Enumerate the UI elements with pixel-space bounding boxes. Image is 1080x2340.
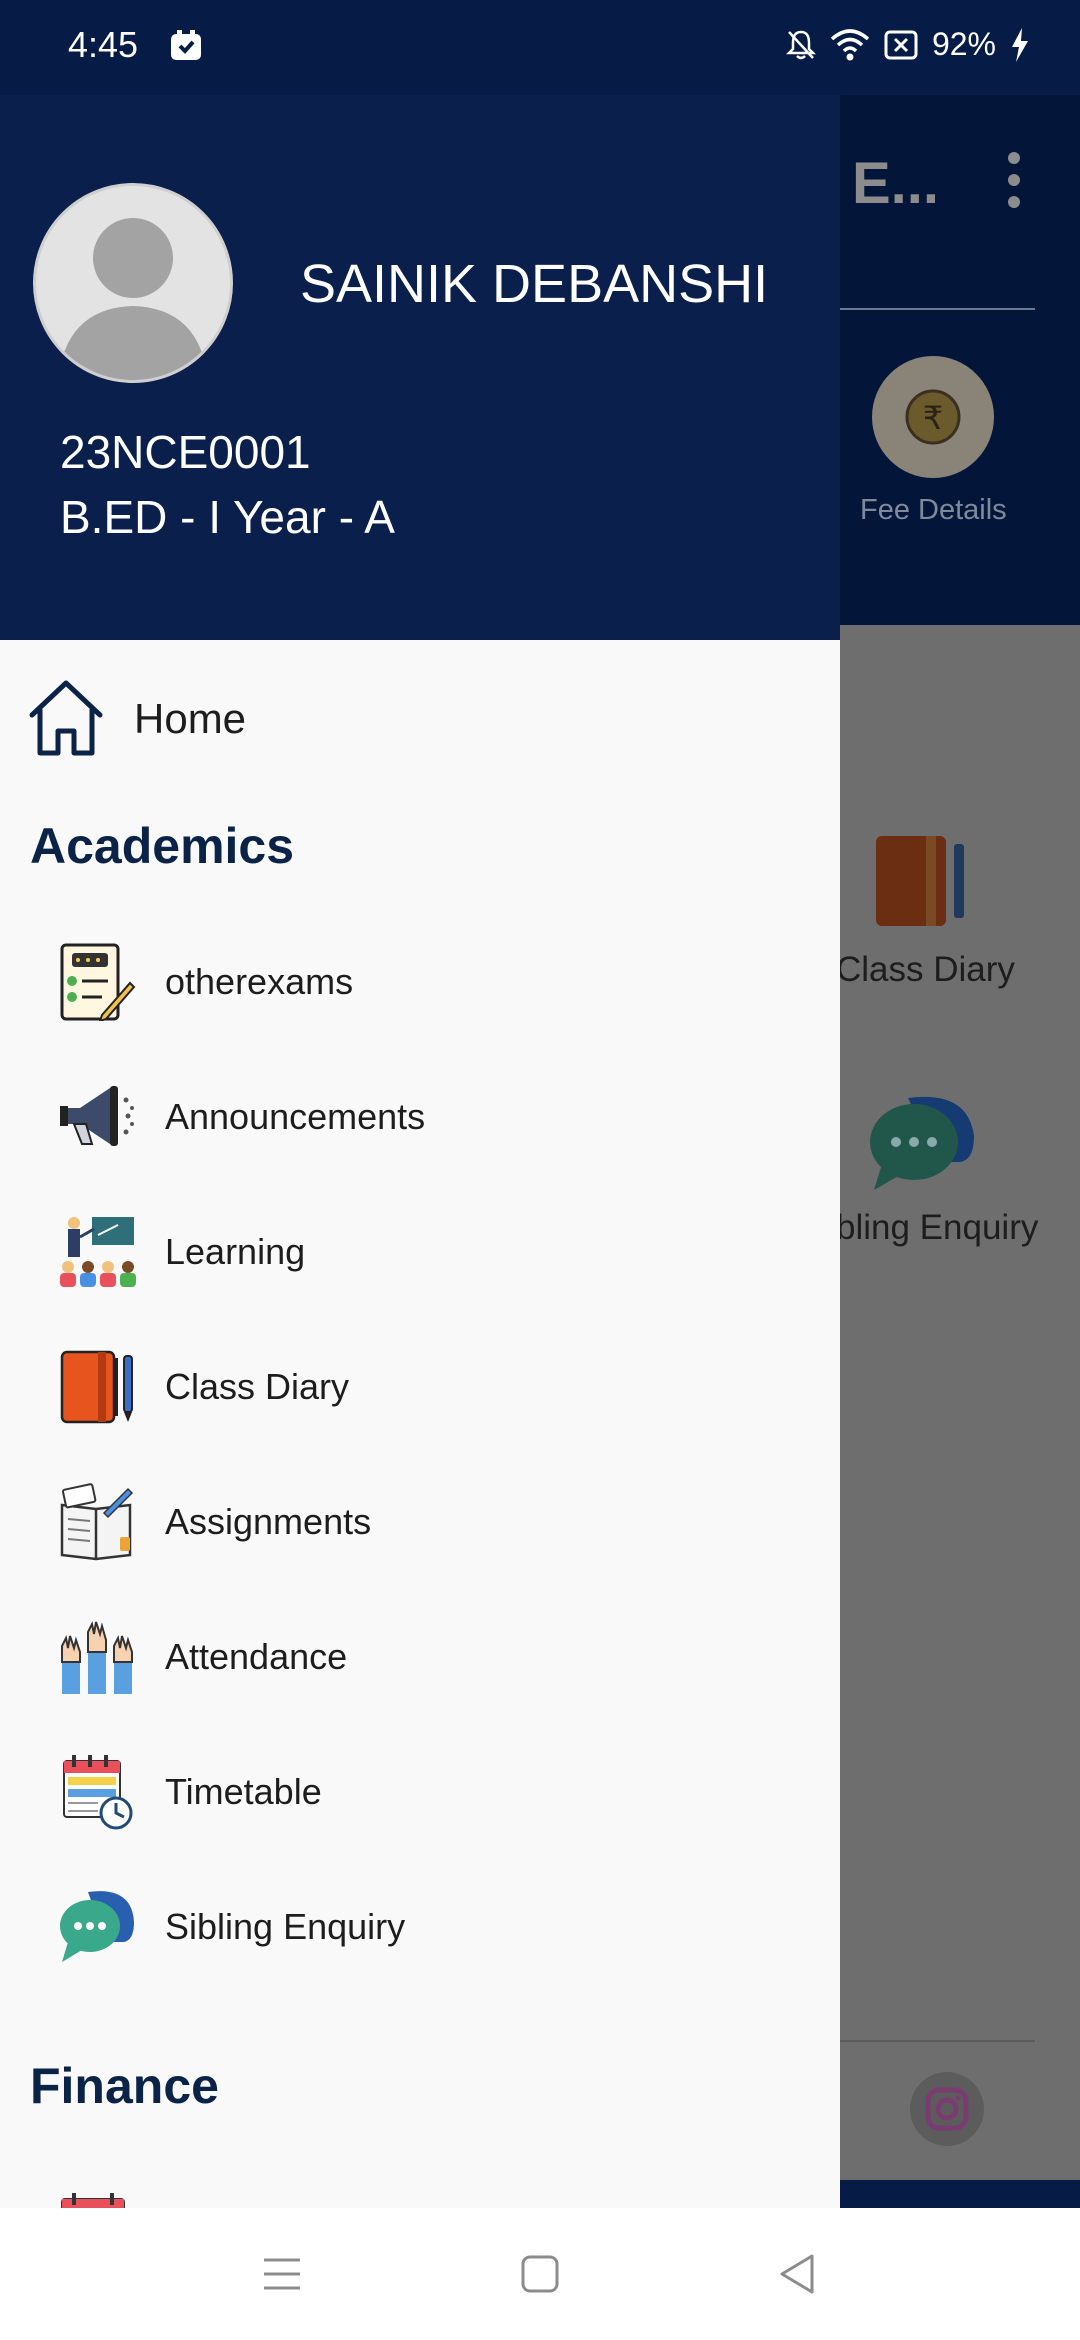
no-sim-icon xyxy=(884,30,918,59)
section-title-academics: Academics xyxy=(30,818,295,874)
sibling-enquiry-label: bling Enquiry xyxy=(836,1208,1039,1247)
drawer-item-assignments[interactable]: Assignments xyxy=(0,1467,840,1577)
assignment-icon xyxy=(60,1483,134,1561)
timetable-label: Timetable xyxy=(165,1771,322,1812)
home-label: Home xyxy=(134,695,247,742)
chat-bubbles-icon xyxy=(60,1891,134,1962)
classroom-icon xyxy=(60,1217,136,1287)
home-button[interactable] xyxy=(510,2250,570,2298)
announcements-label: Announcements xyxy=(165,1096,426,1137)
drawer-item-home[interactable]: Home xyxy=(0,665,840,775)
drawer-item-finance-partial[interactable] xyxy=(0,2177,840,2208)
drawer-item-class-diary[interactable]: Class Diary xyxy=(0,1332,840,1442)
avatar[interactable] xyxy=(33,183,233,383)
background-divider xyxy=(840,308,1035,310)
exam-sheet-icon xyxy=(60,943,136,1021)
app-notification-icon xyxy=(171,30,201,60)
drawer-item-announcements[interactable]: Announcements xyxy=(0,1062,840,1172)
system-navigation-bar xyxy=(0,2208,1080,2340)
attendance-label: Attendance xyxy=(165,1636,348,1677)
battery-level: 92% xyxy=(931,26,996,62)
status-time: 4:45 xyxy=(68,24,139,65)
calendar-icon xyxy=(61,2193,125,2208)
fee-details-label: Fee Details xyxy=(860,494,1007,526)
user-name: SAINIK DEBANSHI xyxy=(300,254,769,314)
drawer-item-learning[interactable]: Learning xyxy=(0,1197,840,1307)
drawer-item-attendance[interactable]: Attendance xyxy=(0,1602,840,1712)
home-icon xyxy=(29,680,103,756)
charging-icon xyxy=(1012,27,1028,62)
assignments-label: Assignments xyxy=(165,1501,372,1542)
rupee-coin-icon: ₹ xyxy=(872,356,994,478)
calendar-clock-icon xyxy=(63,1755,133,1830)
section-title-finance: Finance xyxy=(30,2058,219,2114)
drawer-item-timetable[interactable]: Timetable xyxy=(0,1737,840,1847)
raised-hands-icon xyxy=(61,1620,133,1694)
back-button[interactable] xyxy=(768,2250,828,2298)
drawer-header: SAINIK DEBANSHI 23NCE0001 B.ED - I Year … xyxy=(0,95,840,640)
drawer-item-otherexams[interactable]: otherexams xyxy=(0,927,840,1037)
otherexams-label: otherexams xyxy=(165,961,354,1002)
learning-label: Learning xyxy=(165,1231,306,1272)
class-diary-label: Class Diary xyxy=(165,1366,350,1407)
sibling-enquiry-label: Sibling Enquiry xyxy=(165,1906,406,1947)
background-app-title: E... xyxy=(852,151,940,216)
diary-icon xyxy=(876,836,964,926)
chat-bubbles-icon xyxy=(870,1096,974,1190)
recent-apps-button[interactable] xyxy=(252,2250,312,2298)
wifi-icon xyxy=(830,28,870,60)
background-divider xyxy=(840,2040,1035,2042)
navigation-drawer: SAINIK DEBANSHI 23NCE0001 B.ED - I Year … xyxy=(0,95,840,2208)
instagram-icon xyxy=(910,2072,984,2146)
diary-icon xyxy=(60,1350,133,1424)
class-diary-label: Class Diary xyxy=(836,950,1015,989)
user-id: 23NCE0001 xyxy=(60,426,311,478)
megaphone-icon xyxy=(60,1086,134,1146)
svg-text:₹: ₹ xyxy=(923,399,943,437)
status-bar: 4:45 92% xyxy=(0,0,1080,95)
mute-bell-icon xyxy=(785,30,816,59)
user-class: B.ED - I Year - A xyxy=(60,491,395,543)
more-options-icon xyxy=(1008,152,1020,218)
drawer-item-sibling-enquiry[interactable]: Sibling Enquiry xyxy=(0,1872,840,1982)
